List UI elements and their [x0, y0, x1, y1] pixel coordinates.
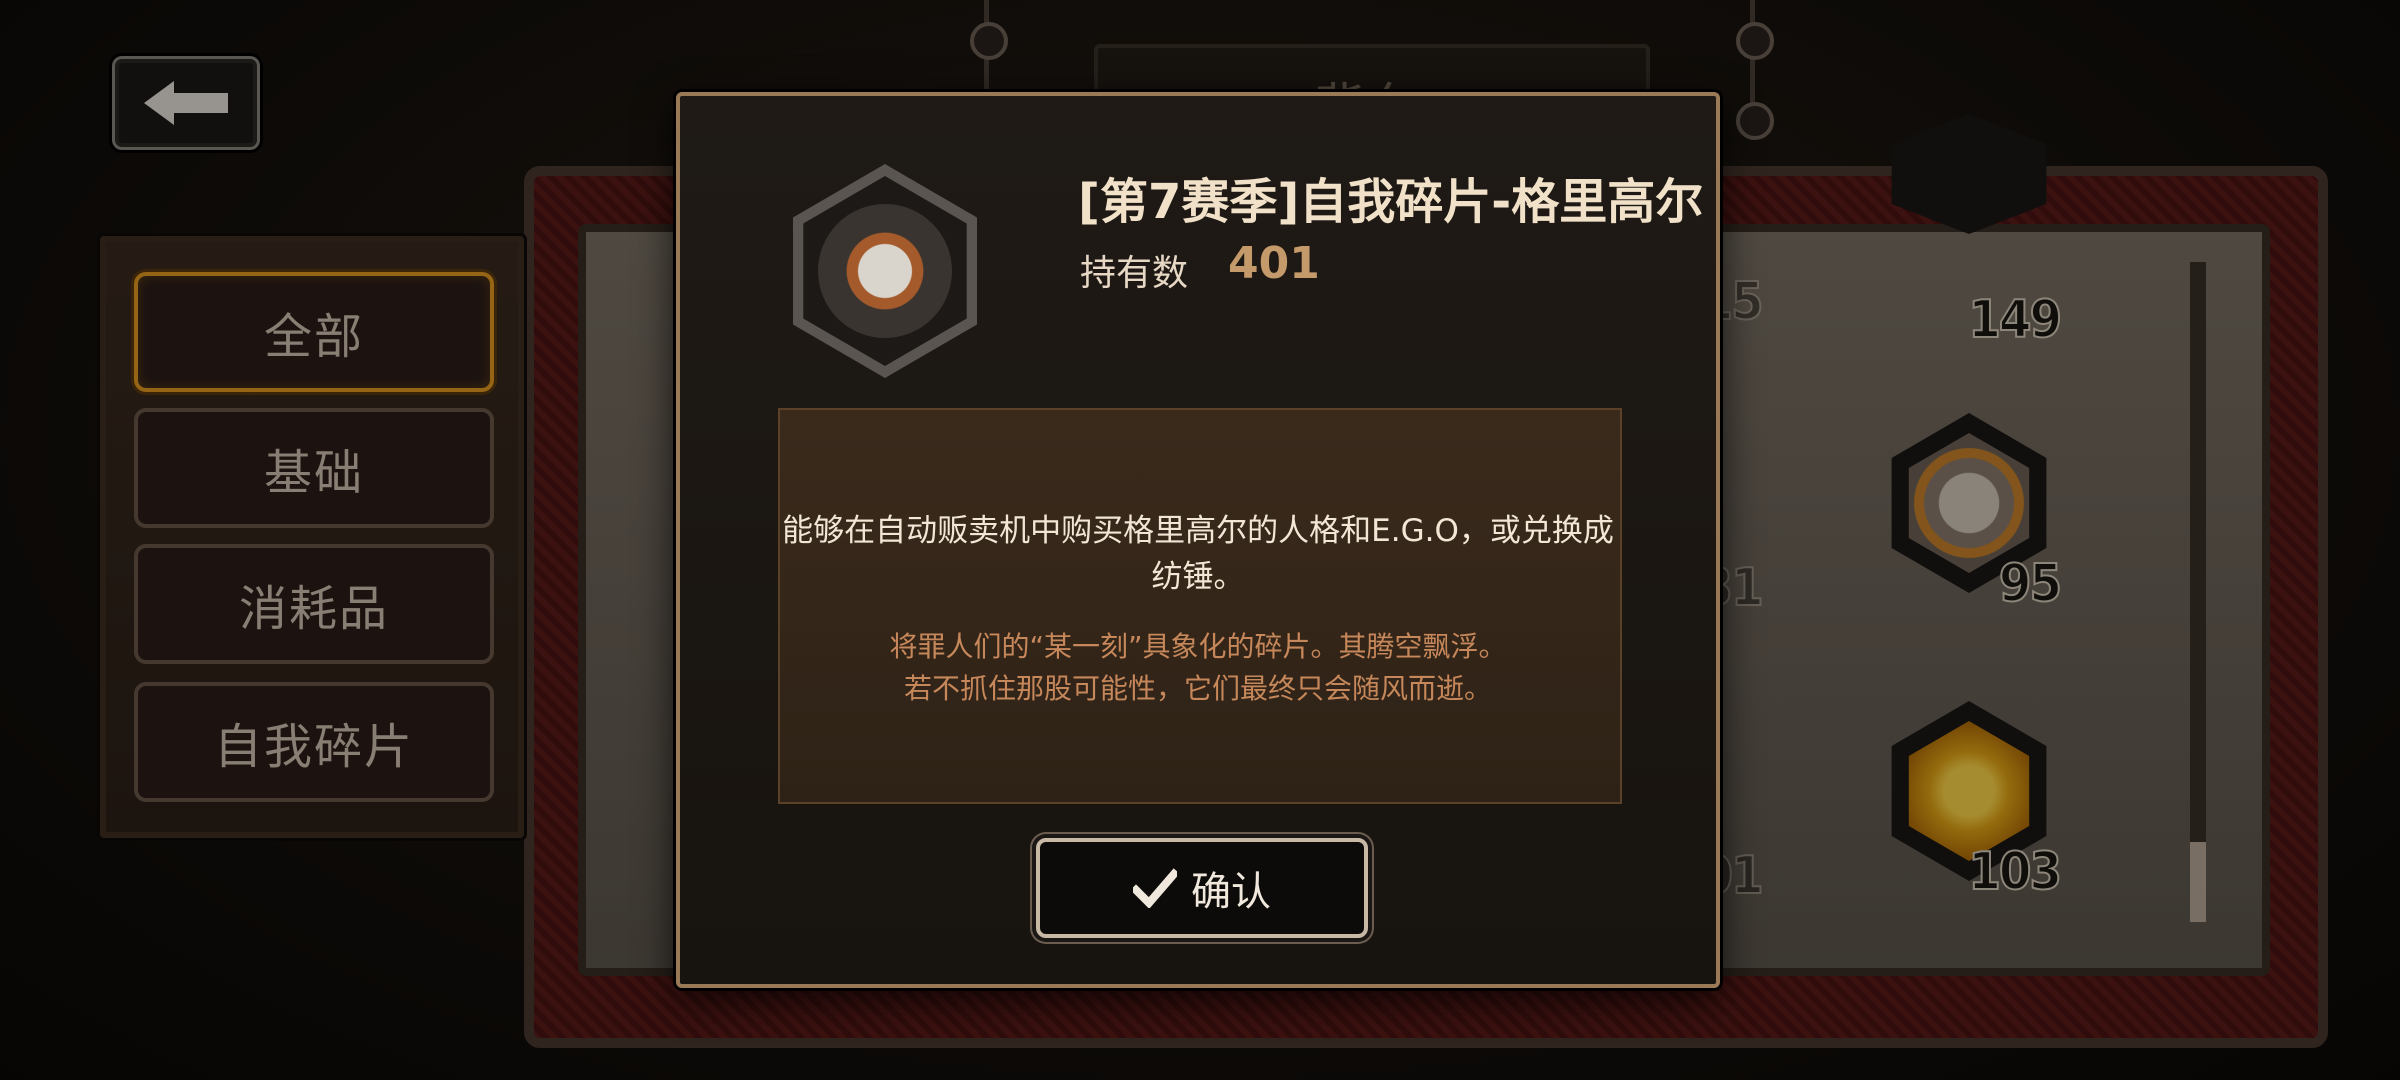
check-icon — [1133, 868, 1177, 908]
confirm-label: 确认 — [1191, 869, 1271, 915]
item-flavor-text: 将罪人们的“某一刻”具象化的碎片。其腾空飘浮。 若不抓住那股可能性，它们最终只会… — [778, 626, 1618, 710]
item-icon-frame — [778, 164, 992, 378]
ego-shard-gregor-icon — [818, 204, 952, 338]
hold-count-label: 持有数 — [1080, 253, 1189, 294]
hold-count-value: 401 — [1228, 238, 1320, 289]
flavor-line: 将罪人们的“某一刻”具象化的碎片。其腾空飘浮。 — [889, 630, 1507, 663]
description-box — [778, 408, 1622, 804]
confirm-button[interactable]: 确认 — [1036, 838, 1368, 938]
item-title: [第7赛季]自我碎片-格里高尔 — [1078, 174, 1704, 230]
item-description: 能够在自动贩卖机中购买格里高尔的人格和E.G.O，或兑换成纺锤。 — [782, 513, 1614, 595]
flavor-line: 若不抓住那股可能性，它们最终只会随风而逝。 — [903, 672, 1492, 705]
